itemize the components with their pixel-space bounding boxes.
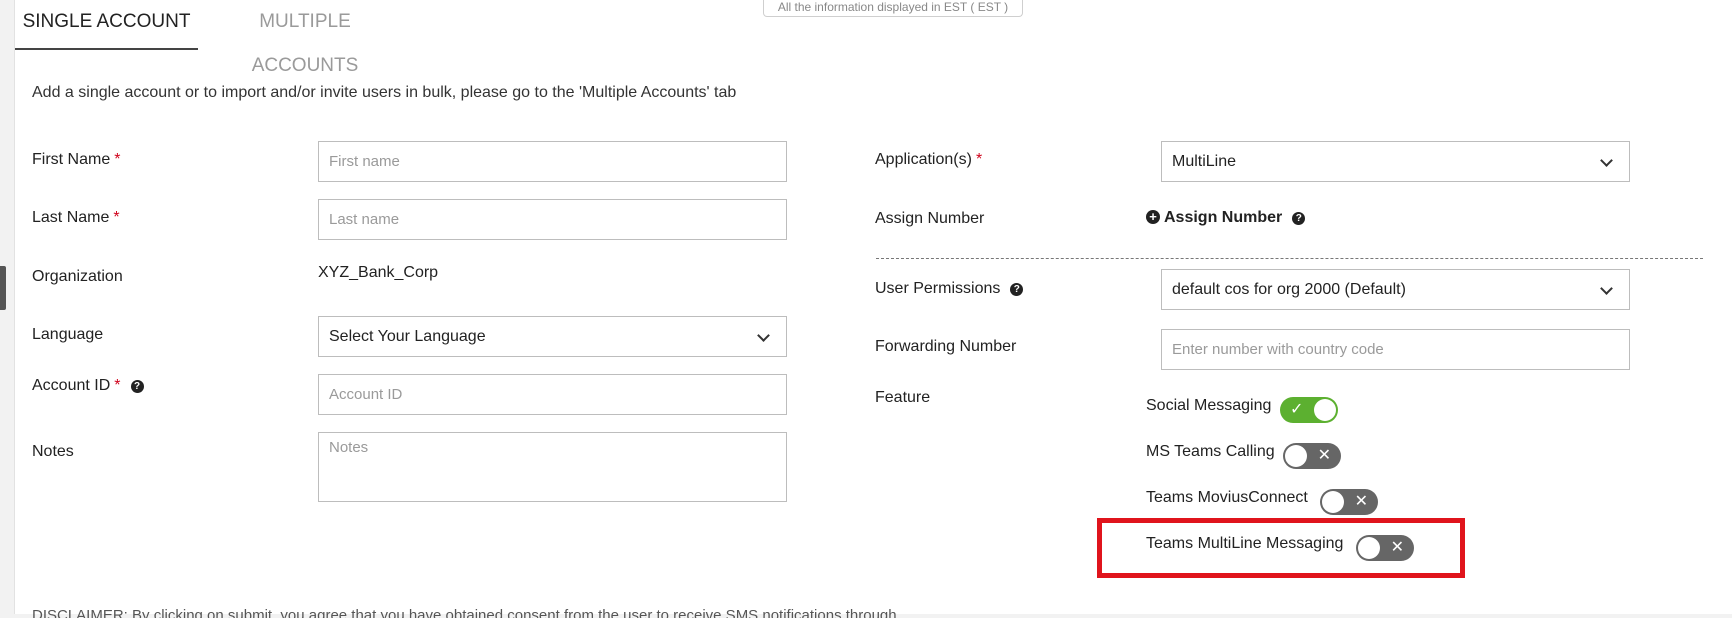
add-account-panel: SINGLE ACCOUNT MULTIPLE ACCOUNTS All the… [14,0,1732,618]
first-name-input[interactable] [318,141,787,182]
ms-teams-calling-toggle[interactable]: ✕ [1283,443,1341,469]
check-icon: ✓ [1290,401,1304,418]
forwarding-number-label: Forwarding Number [875,338,1017,355]
required-marker: * [114,151,121,168]
user-permissions-selected-value: default cos for org 2000 (Default) [1172,281,1406,298]
feature-label: Feature [875,389,931,406]
toggle-knob [1285,445,1307,467]
required-marker: * [114,377,121,394]
side-panel-handle[interactable] [0,266,6,310]
applications-selected-value: MultiLine [1172,153,1237,170]
tab-single-account[interactable]: SINGLE ACCOUNT [15,0,198,50]
user-permissions-label: User Permissions? [875,280,1024,298]
x-icon: ✕ [1317,447,1331,464]
question-circle-icon[interactable]: ? [1010,283,1024,296]
x-icon: ✕ [1354,493,1368,510]
required-marker: * [113,209,120,226]
social-messaging-toggle[interactable]: ✓ [1280,397,1338,423]
section-divider [876,258,1703,259]
assign-number-label: Assign Number [875,210,985,227]
language-select[interactable]: Select Your Language [318,316,787,357]
teams-moviusconnect-label: Teams MoviusConnect [1146,489,1308,506]
forwarding-number-input[interactable] [1161,329,1630,370]
organization-label: Organization [32,268,123,285]
account-id-input[interactable] [318,374,787,415]
question-circle-icon[interactable]: ? [1292,212,1306,225]
highlight-box [1097,518,1465,578]
social-messaging-label: Social Messaging [1146,397,1272,414]
language-selected-value: Select Your Language [329,328,486,345]
last-name-label: Last Name * [32,209,120,226]
last-name-input[interactable] [318,199,787,240]
disclaimer-text: DISCLAIMER: By clicking on submit, you a… [32,607,897,618]
notes-label: Notes [32,443,74,460]
organization-value: XYZ_Bank_Corp [318,264,439,281]
question-circle-icon[interactable]: ? [130,380,144,393]
applications-label: Application(s) * [875,151,983,168]
tab-multiple-accounts[interactable]: MULTIPLE ACCOUNTS [208,0,402,76]
first-name-label: First Name * [32,151,121,168]
chevron-down-icon [757,329,770,342]
chevron-down-icon [1600,282,1613,295]
teams-moviusconnect-toggle[interactable]: ✕ [1320,489,1378,515]
plus-circle-icon: + [1146,210,1160,224]
applications-select[interactable]: MultiLine [1161,141,1630,182]
notes-textarea[interactable] [318,432,787,502]
toggle-knob [1314,399,1336,421]
ms-teams-calling-label: MS Teams Calling [1146,443,1275,460]
language-label: Language [32,326,104,343]
user-permissions-select[interactable]: default cos for org 2000 (Default) [1161,269,1630,310]
account-id-label: Account ID *? [32,377,144,395]
timezone-notice: All the information displayed in EST ( E… [763,0,1023,17]
toggle-knob [1322,491,1344,513]
assign-number-link[interactable]: + Assign Number? [1146,209,1306,227]
required-marker: * [975,151,983,168]
intro-text: Add a single account or to import and/or… [32,84,737,101]
chevron-down-icon [1600,154,1613,167]
